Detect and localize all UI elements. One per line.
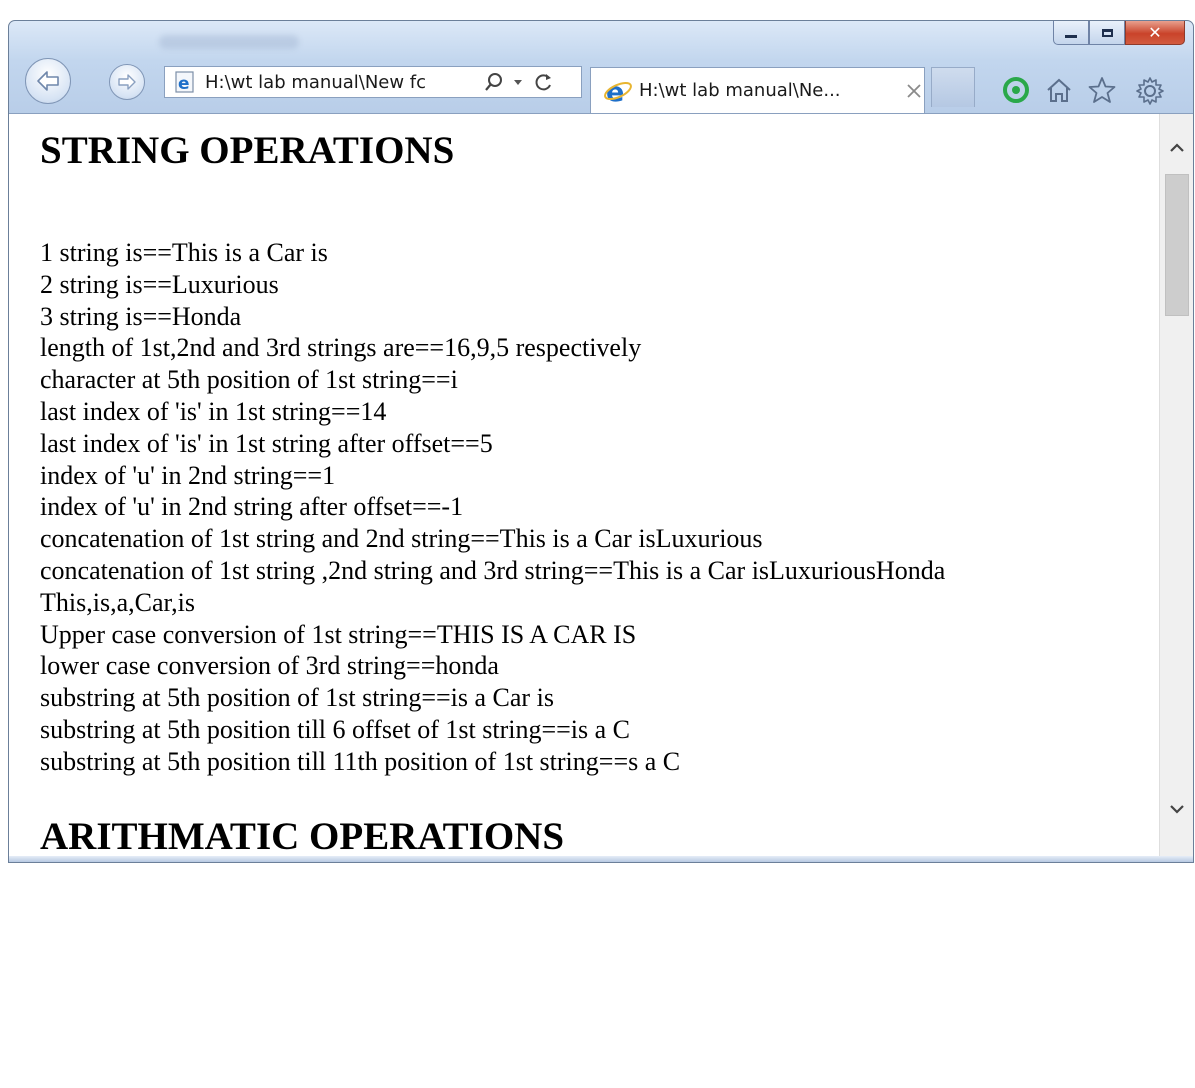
output-line: lower case conversion of 3rd string==hon…	[40, 651, 499, 681]
output-line: character at 5th position of 1st string=…	[40, 365, 458, 395]
close-window-button[interactable]: ✕	[1125, 21, 1185, 45]
maximize-button[interactable]	[1089, 21, 1125, 45]
output-line: 3 string is==Honda	[40, 301, 242, 331]
minimize-icon	[1065, 34, 1077, 38]
svg-text:e: e	[606, 77, 624, 106]
refresh-icon[interactable]	[533, 71, 555, 93]
address-text[interactable]: H:\wt lab manual\New fc	[205, 72, 477, 93]
close-icon[interactable]	[905, 82, 923, 100]
forward-button[interactable]	[109, 64, 145, 100]
new-tab-button[interactable]	[931, 67, 975, 107]
page-content-area[interactable]: STRING OPERATIONS 1 string is==This is a…	[9, 113, 1193, 862]
star-icon[interactable]	[1087, 76, 1117, 104]
maximize-icon	[1101, 28, 1113, 37]
output-line: substring at 5th position till 6 offset …	[40, 714, 631, 744]
green-circle-icon[interactable]	[1002, 76, 1030, 104]
window-bottom-frame	[9, 856, 1193, 862]
tab-title: H:\wt lab manual\Ne...	[639, 80, 841, 101]
browser-tab-active[interactable]: e H:\wt lab manual\Ne...	[590, 67, 925, 113]
output-line: last index of 'is' in 1st string after o…	[40, 428, 493, 458]
output-line: index of 'u' in 2nd string after offset=…	[40, 492, 464, 522]
dropdown-icon[interactable]	[511, 71, 525, 93]
window-caption-buttons: ✕	[1053, 21, 1185, 45]
output-line: substring at 5th position of 1st string=…	[40, 683, 554, 713]
output-line: length of 1st,2nd and 3rd strings are==1…	[40, 333, 642, 363]
arithmatic-operations-heading: ARITHMATIC OPERATIONS	[40, 815, 565, 858]
scroll-thumb[interactable]	[1165, 174, 1189, 316]
output-line: This,is,a,Car,is	[40, 587, 195, 617]
output-line: 1 string is==This is a Car is	[40, 238, 328, 267]
back-arrow-icon	[37, 71, 59, 91]
search-icon[interactable]	[483, 71, 505, 93]
ie-logo-icon: e	[604, 77, 632, 106]
output-line: 2 string is==Luxurious	[40, 269, 279, 299]
output-line: Upper case conversion of 1st string==THI…	[40, 619, 637, 649]
output-line: concatenation of 1st string ,2nd string …	[40, 555, 946, 585]
ie-page-icon: e	[175, 71, 194, 94]
home-icon[interactable]	[1044, 76, 1074, 104]
string-operations-heading: STRING OPERATIONS	[40, 129, 455, 172]
close-window-icon: ✕	[1148, 23, 1162, 42]
output-line: concatenation of 1st string and 2nd stri…	[40, 524, 763, 554]
output-line: last index of 'is' in 1st string==14	[40, 396, 387, 426]
output-line: index of 'u' in 2nd string==1	[40, 460, 336, 490]
gear-icon[interactable]	[1135, 76, 1165, 106]
back-button[interactable]	[25, 58, 71, 104]
title-bar-blurred-text	[159, 35, 299, 49]
output-lines: 1 string is==This is a Car is 2 string is…	[40, 237, 945, 778]
svg-text:e: e	[178, 74, 190, 94]
browser-window: ✕ e H:\wt lab manual\New fc e H:\wt lab …	[8, 20, 1194, 863]
address-bar[interactable]: e H:\wt lab manual\New fc	[164, 66, 582, 98]
scroll-up-icon[interactable]	[1168, 139, 1186, 157]
minimize-button[interactable]	[1053, 21, 1089, 45]
output-line: substring at 5th position till 11th posi…	[40, 746, 681, 776]
scroll-down-icon[interactable]	[1168, 800, 1186, 818]
vertical-scrollbar[interactable]	[1159, 114, 1193, 862]
forward-arrow-icon	[118, 74, 136, 90]
